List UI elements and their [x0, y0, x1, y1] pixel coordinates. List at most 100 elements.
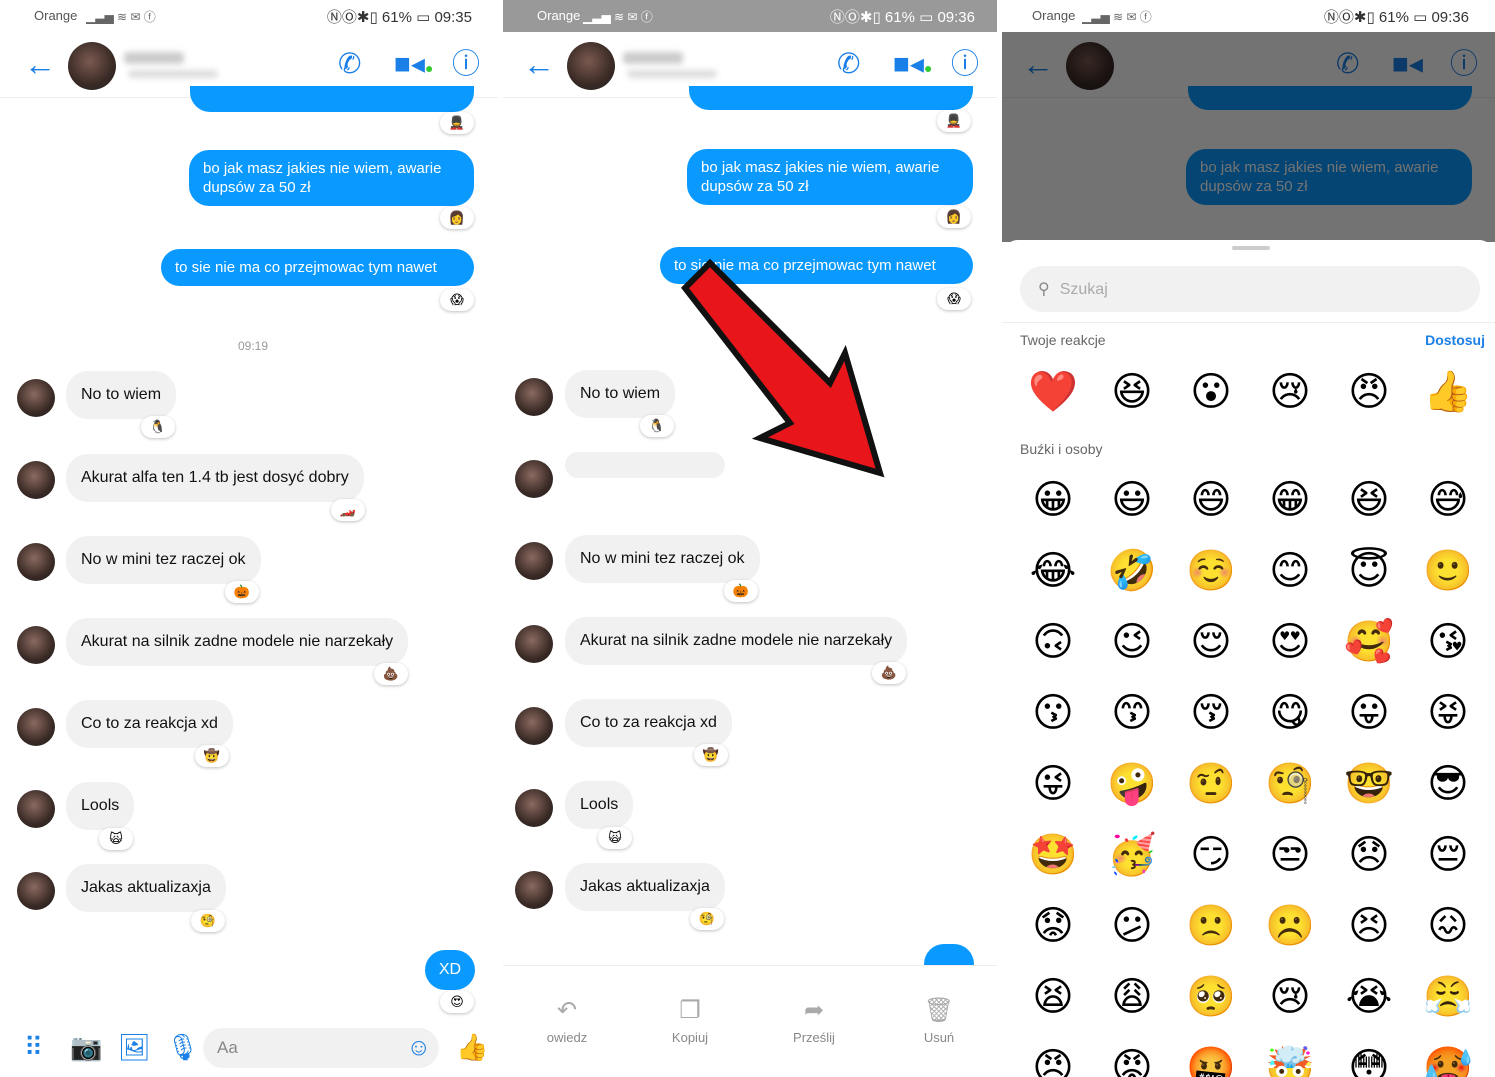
message-bubble[interactable]: Co to za reakcja xd [565, 699, 732, 747]
face-emoji[interactable]: 😘 [1423, 619, 1473, 665]
message-bubble[interactable]: No w mini tez raczej ok [66, 536, 261, 584]
face-emoji[interactable]: 😕 [1107, 903, 1157, 949]
face-emoji[interactable]: 😇 [1344, 548, 1394, 594]
face-emoji[interactable]: 😙 [1107, 690, 1157, 736]
avatar[interactable] [515, 789, 553, 827]
camera-icon[interactable]: 📷 [70, 1032, 102, 1062]
reaction-badge[interactable]: 🤠 [694, 744, 728, 766]
face-emoji[interactable]: 😅 [1423, 477, 1473, 523]
message-bubble[interactable]: bo jak masz jakies nie wiem, awarie dups… [687, 149, 973, 205]
reaction-emoji[interactable]: 😆 [1107, 369, 1157, 415]
info-icon[interactable]: ⓘ [452, 48, 480, 80]
face-emoji[interactable]: 😛 [1344, 690, 1394, 736]
microphone-icon[interactable]: 🎙 [166, 1032, 199, 1062]
avatar[interactable] [17, 543, 55, 581]
face-emoji[interactable]: 🤬 [1186, 1045, 1236, 1077]
face-emoji[interactable]: 🤣 [1107, 548, 1157, 594]
avatar[interactable] [17, 379, 55, 417]
message-bubble[interactable]: No to wiem [565, 370, 676, 418]
avatar[interactable] [515, 871, 553, 909]
face-emoji[interactable]: 😁 [1265, 477, 1315, 523]
reaction-badge[interactable]: 🐧 [640, 415, 674, 437]
avatar[interactable] [515, 378, 553, 416]
face-emoji[interactable]: 🥳 [1107, 832, 1157, 878]
forward-action[interactable]: ➦ Prześlij [764, 998, 864, 1046]
reaction-badge[interactable]: 🙀 [598, 827, 632, 849]
message-bubble[interactable]: XD [425, 950, 475, 990]
reaction-emoji[interactable]: 😮 [1186, 369, 1236, 415]
message-bubble[interactable]: to sie nie ma co przejmowac tym nawet [161, 249, 474, 286]
face-emoji[interactable]: 🙃 [1028, 619, 1078, 665]
avatar[interactable] [17, 872, 55, 910]
emoji-icon[interactable]: ☺ [406, 1034, 431, 1062]
avatar[interactable] [515, 460, 553, 498]
reaction-emoji[interactable]: ❤️ [1028, 369, 1078, 415]
face-emoji[interactable]: 🥰 [1344, 619, 1394, 665]
reaction-badge[interactable]: 🙀 [99, 828, 133, 850]
message-bubble[interactable]: bo jak masz jakies nie wiem, awarie dups… [189, 150, 474, 206]
reaction-badge[interactable]: 👩 [440, 207, 474, 229]
face-emoji[interactable]: 😗 [1028, 690, 1078, 736]
reaction-emoji[interactable]: 👍 [1423, 369, 1473, 415]
avatar[interactable] [17, 626, 55, 664]
face-emoji[interactable]: 😩 [1107, 974, 1157, 1020]
face-emoji[interactable]: 🥵 [1423, 1045, 1473, 1077]
reaction-badge[interactable]: 🤠 [195, 745, 229, 767]
face-emoji[interactable]: 😊 [1265, 548, 1315, 594]
face-emoji[interactable]: 🤓 [1344, 761, 1394, 807]
message-bubble[interactable]: Akurat na silnik zadne modele nie narzek… [565, 617, 908, 665]
face-emoji[interactable]: ☹️ [1265, 903, 1315, 949]
face-emoji[interactable]: 😜 [1028, 761, 1078, 807]
face-emoji[interactable]: 😌 [1186, 619, 1236, 665]
avatar[interactable] [515, 625, 553, 663]
face-emoji[interactable]: 😒 [1265, 832, 1315, 878]
face-emoji[interactable]: 😄 [1186, 477, 1236, 523]
video-icon[interactable]: ■◂● [394, 48, 433, 84]
info-icon[interactable]: ⓘ [951, 48, 979, 80]
avatar[interactable] [68, 42, 116, 90]
face-emoji[interactable]: 🤪 [1107, 761, 1157, 807]
face-emoji[interactable]: 😋 [1265, 690, 1315, 736]
face-emoji[interactable]: 😖 [1423, 903, 1473, 949]
apps-grid-icon[interactable]: ⠿ [24, 1032, 43, 1062]
face-emoji[interactable]: 😀 [1028, 477, 1078, 523]
avatar[interactable] [17, 708, 55, 746]
reaction-badge[interactable]: 😱 [440, 289, 474, 311]
face-emoji[interactable]: 😚 [1186, 690, 1236, 736]
phone-icon[interactable]: ✆ [338, 48, 361, 80]
message-bubble[interactable]: No w mini tez raczej ok [565, 535, 760, 583]
face-emoji[interactable]: 😣 [1344, 903, 1394, 949]
face-emoji[interactable]: 😆 [1344, 477, 1394, 523]
avatar[interactable] [515, 542, 553, 580]
face-emoji[interactable]: 😞 [1344, 832, 1394, 878]
avatar[interactable] [515, 707, 553, 745]
reaction-emoji[interactable]: 😠 [1344, 369, 1394, 415]
delete-action[interactable]: 🗑 Usuń [889, 998, 989, 1046]
message-bubble[interactable]: Jakas aktualizaxja [66, 864, 226, 912]
message-bubble[interactable]: Co to za reakcja xd [66, 700, 233, 748]
face-emoji[interactable]: ☺️ [1186, 548, 1236, 594]
reaction-badge[interactable]: 🐧 [141, 416, 175, 438]
reaction-badge[interactable]: 🏎️ [331, 499, 365, 521]
face-emoji[interactable]: 😏 [1186, 832, 1236, 878]
reaction-badge[interactable]: 😱 [937, 288, 971, 310]
message-input[interactable]: Aa ☺ [203, 1028, 439, 1068]
face-emoji[interactable]: 🤯 [1265, 1045, 1315, 1077]
reaction-badge[interactable]: 😍 [440, 991, 474, 1013]
face-emoji[interactable]: 😫 [1028, 974, 1078, 1020]
reaction-emoji[interactable]: 😢 [1265, 369, 1315, 415]
face-emoji[interactable]: 😟 [1028, 903, 1078, 949]
message-bubble[interactable]: Lools [565, 781, 634, 829]
phone-icon[interactable]: ✆ [837, 48, 860, 80]
avatar[interactable] [17, 461, 55, 499]
face-emoji[interactable]: 😝 [1423, 690, 1473, 736]
copy-action[interactable]: ❐ Kopiuj [640, 998, 740, 1046]
face-emoji[interactable]: 🙂 [1423, 548, 1473, 594]
reaction-badge[interactable]: 💩 [872, 662, 906, 684]
modal-overlay[interactable] [1002, 32, 1495, 242]
image-icon[interactable]: 🖼 [118, 1032, 151, 1062]
face-emoji[interactable]: 🤨 [1186, 761, 1236, 807]
face-emoji[interactable]: 😂 [1028, 548, 1078, 594]
face-emoji[interactable]: 🙁 [1186, 903, 1236, 949]
message-bubble[interactable]: Jakas aktualizaxja [565, 863, 725, 911]
